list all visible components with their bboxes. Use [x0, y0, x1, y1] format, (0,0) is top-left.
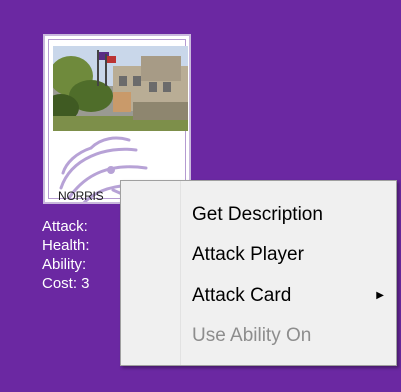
stat-health: Health:	[42, 237, 90, 254]
card-name: NORRIS	[58, 189, 104, 203]
menu-item-label: Get Description	[192, 204, 323, 225]
menu-item-attack-player[interactable]: Attack Player	[121, 237, 396, 273]
chevron-right-icon: ▶	[376, 290, 384, 301]
menu-item-label: Attack Card	[192, 285, 292, 306]
norris-card[interactable]: NORRIS	[43, 34, 191, 204]
context-menu: Get Description Attack Player Attack Car…	[120, 180, 397, 366]
menu-item-label: Attack Player	[192, 244, 304, 265]
stat-ability: Ability:	[42, 256, 87, 273]
card-stats: Attack: Health: Ability: Cost: 3	[42, 217, 90, 293]
stat-cost: Cost: 3	[42, 275, 90, 292]
menu-item-use-ability-on[interactable]: Use Ability On	[121, 318, 396, 354]
menu-item-get-description[interactable]: Get Description	[121, 197, 396, 233]
building-photo-image	[53, 46, 188, 131]
menu-item-label: Use Ability On	[192, 325, 312, 346]
stat-attack: Attack:	[42, 218, 88, 235]
menu-item-attack-card[interactable]: Attack Card ▶	[121, 278, 396, 314]
